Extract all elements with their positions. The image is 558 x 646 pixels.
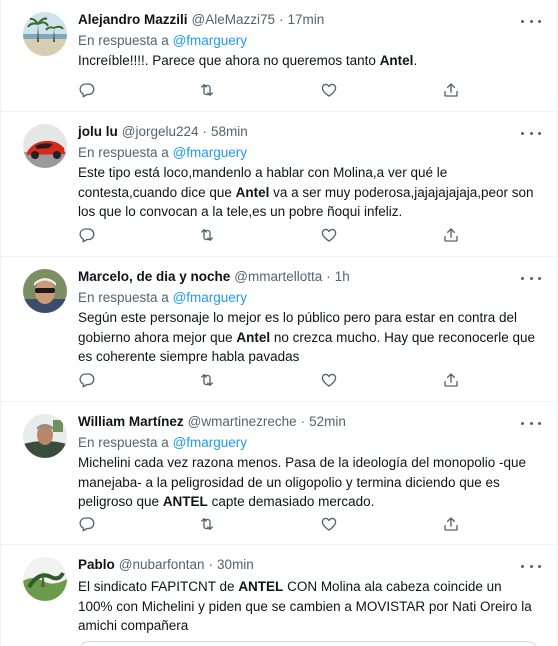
reply-prefix: En respuesta a [78, 33, 169, 48]
like-icon[interactable] [320, 515, 338, 533]
reply-icon[interactable] [78, 81, 96, 99]
text-segment: . [413, 53, 418, 68]
reply-icon[interactable] [78, 226, 96, 244]
timestamp[interactable]: 17min [288, 11, 325, 29]
tweet-actions [78, 515, 468, 535]
timestamp[interactable]: 1h [335, 268, 350, 286]
more-options-icon[interactable] [521, 125, 541, 141]
tweet-actions [78, 81, 468, 101]
separator-dot: · [208, 557, 214, 572]
tweet-text: Michelini cada vez razona menos. Pasa de… [78, 453, 539, 512]
reply-prefix: En respuesta a [78, 290, 169, 305]
more-options-icon[interactable] [521, 270, 541, 286]
share-icon[interactable] [442, 515, 460, 533]
author-handle[interactable]: @jorgelu224 [122, 123, 199, 141]
reply-prefix: En respuesta a [78, 435, 169, 450]
timestamp[interactable]: 58min [211, 123, 248, 141]
author-name[interactable]: jolu lu [78, 123, 118, 141]
separator-dot: · [202, 124, 208, 139]
timestamp[interactable]: 30min [217, 556, 254, 574]
share-icon[interactable] [442, 81, 460, 99]
text-segment: Increíble!!!!. Parece que ahora no quere… [78, 53, 380, 68]
tweet-text: Increíble!!!!. Parece que ahora no quere… [78, 51, 539, 71]
highlighted-keyword: Antel [235, 184, 270, 200]
separator-dot: · [326, 269, 331, 284]
reply-context: En respuesta a @fmarguery [78, 143, 539, 162]
tweet[interactable]: Alejandro Mazzili @AleMazzi75 · 17min En… [1, 0, 557, 112]
like-icon[interactable] [320, 226, 338, 244]
author-name[interactable]: Marcelo, de dia y noche [78, 268, 230, 286]
author-handle[interactable]: @nubarfontan [119, 556, 205, 574]
tweet-text: Este tipo está loco,mandenlo a hablar co… [78, 163, 539, 222]
tweet[interactable]: Marcelo, de dia y noche @mmartellotta · … [1, 257, 557, 402]
text-segment: capte demasiado mercado. [207, 494, 375, 509]
tweet[interactable]: William Martínez @wmartinezreche · 52min… [1, 402, 557, 545]
author-name[interactable]: William Martínez [78, 413, 184, 431]
retweet-icon[interactable] [198, 226, 216, 244]
reply-mention-link[interactable]: @fmarguery [173, 290, 247, 305]
like-icon[interactable] [320, 371, 338, 389]
tweet[interactable]: jolu lu @jorgelu224 · 58min En respuesta… [1, 112, 557, 257]
retweet-icon[interactable] [198, 81, 216, 99]
reply-mention-link[interactable]: @fmarguery [173, 145, 247, 160]
more-options-icon[interactable] [521, 415, 541, 431]
retweet-icon[interactable] [198, 515, 216, 533]
retweet-icon[interactable] [198, 371, 216, 389]
highlighted-keyword: Antel [236, 329, 271, 345]
avatar[interactable] [23, 269, 67, 313]
highlighted-keyword: Antel [379, 53, 414, 68]
like-icon[interactable] [320, 81, 338, 99]
author-name[interactable]: Alejandro Mazzili [78, 11, 188, 29]
avatar[interactable] [23, 12, 67, 56]
tweet-actions [78, 371, 468, 391]
reply-context: En respuesta a @fmarguery [78, 288, 539, 307]
reply-mention-link[interactable]: @fmarguery [173, 435, 247, 450]
more-options-icon[interactable] [521, 13, 541, 29]
author-name[interactable]: Pablo [78, 556, 115, 574]
tweet-text: El sindicato FAPITCNT de ANTEL CON Molin… [78, 577, 539, 636]
reply-feed: Alejandro Mazzili @AleMazzi75 · 17min En… [0, 0, 558, 646]
reply-prefix: En respuesta a [78, 145, 169, 160]
separator-dot: · [279, 12, 284, 27]
avatar[interactable] [23, 414, 67, 458]
reply-mention-link[interactable]: @fmarguery [173, 33, 247, 48]
reply-icon[interactable] [78, 371, 96, 389]
reply-icon[interactable] [78, 515, 96, 533]
tweet-text: Según este personaje lo mejor es lo públ… [78, 308, 539, 367]
text-segment: El sindicato FAPITCNT de [78, 579, 239, 594]
embedded-card-edge [78, 641, 539, 646]
tweet-actions [78, 226, 468, 246]
more-options-icon[interactable] [521, 558, 541, 574]
highlighted-keyword: ANTEL [162, 494, 208, 509]
author-handle[interactable]: @wmartinezreche [188, 413, 297, 431]
author-handle[interactable]: @mmartellotta [234, 268, 322, 286]
share-icon[interactable] [442, 371, 460, 389]
timestamp[interactable]: 52min [309, 413, 346, 431]
share-icon[interactable] [442, 226, 460, 244]
tweet[interactable]: Pablo @nubarfontan · 30min El sindicato … [1, 545, 557, 646]
highlighted-keyword: ANTEL [238, 579, 284, 594]
reply-context: En respuesta a @fmarguery [78, 31, 539, 50]
separator-dot: · [300, 414, 306, 429]
reply-context: En respuesta a @fmarguery [78, 433, 539, 452]
avatar[interactable] [23, 124, 67, 168]
author-handle[interactable]: @AleMazzi75 [192, 11, 276, 29]
avatar[interactable] [23, 557, 67, 601]
